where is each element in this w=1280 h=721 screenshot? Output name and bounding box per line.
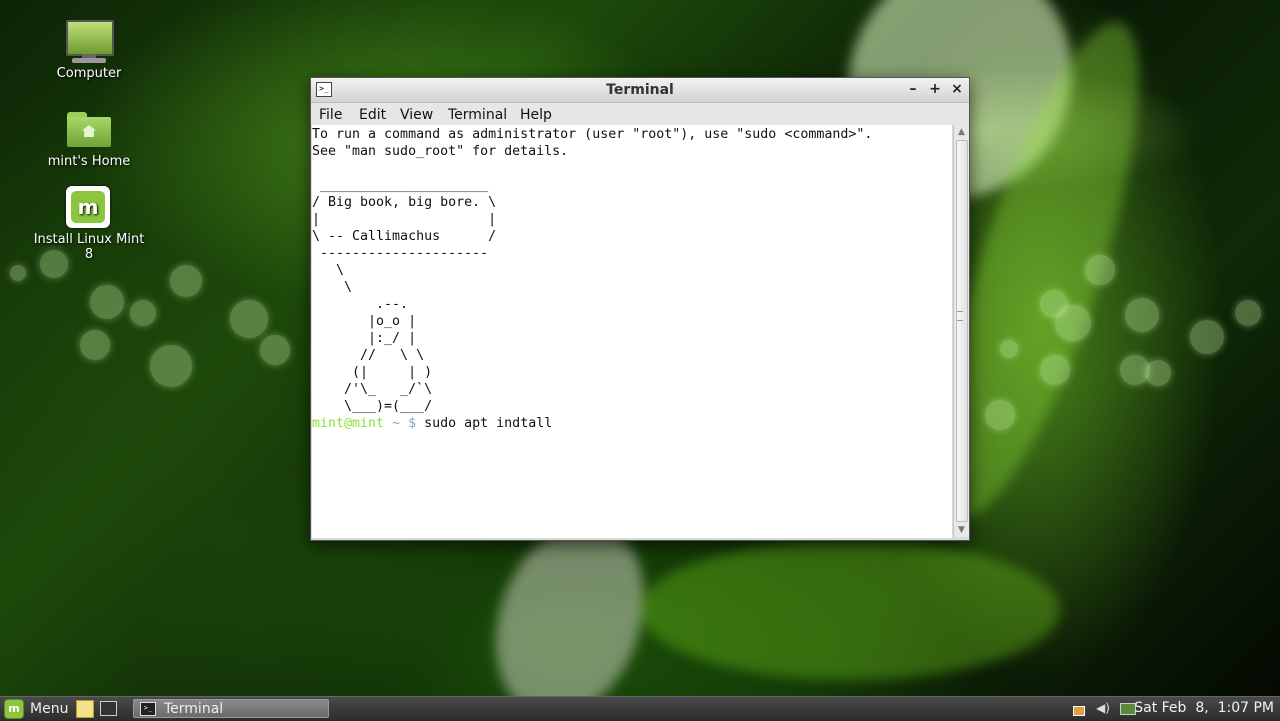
bokeh-dot (260, 335, 290, 365)
bottom-panel: m Menu >_ Terminal ◀) Sat Feb 8, 1:07 PM (0, 696, 1280, 721)
mint-logo-icon: m (4, 699, 24, 719)
home-folder-icon (64, 108, 114, 152)
prompt-user: mint@mint (312, 416, 385, 431)
desktop-icon-label: Install Linux Mint 8 (33, 232, 145, 262)
bokeh-dot (130, 300, 156, 326)
bokeh-dot (985, 400, 1015, 430)
bokeh-dot (230, 300, 268, 338)
terminal-output[interactable]: To run a command as administrator (user … (312, 125, 952, 538)
desktop-icon-home[interactable]: mint's Home (29, 108, 149, 169)
wallpaper-streak (640, 540, 1060, 680)
bokeh-dot (1085, 255, 1115, 285)
clock[interactable]: Sat Feb 8, 1:07 PM (1134, 700, 1274, 716)
bokeh-dot (1000, 340, 1018, 358)
bokeh-dot (1190, 320, 1224, 354)
window-titlebar[interactable]: >_ Terminal – + × (311, 78, 969, 103)
menubar: File Edit View Terminal Help (311, 103, 969, 125)
desktop-icon-label: Computer (56, 66, 122, 81)
bokeh-dot (1055, 305, 1091, 341)
desktop-icon-install[interactable]: m Install Linux Mint 8 (29, 186, 149, 262)
scrollbar-thumb[interactable] (956, 140, 968, 522)
bokeh-dot (90, 285, 124, 319)
menu-terminal[interactable]: Terminal (448, 107, 507, 123)
taskbar-terminal-label: Terminal (164, 700, 224, 717)
scroll-down-icon[interactable]: ▼ (954, 523, 969, 537)
desktop-icon-computer[interactable]: Computer (29, 20, 149, 81)
bokeh-dot (10, 265, 26, 281)
desktop-icon-label: mint's Home (47, 154, 131, 169)
bokeh-dot (1040, 355, 1070, 385)
terminal-task-icon: >_ (140, 701, 156, 716)
taskbar-terminal-button[interactable]: >_ Terminal (133, 699, 329, 718)
menu-file[interactable]: File (319, 107, 342, 123)
mint-installer-icon: m (64, 186, 114, 230)
minimize-button[interactable]: – (905, 81, 921, 97)
menu-help[interactable]: Help (520, 107, 552, 123)
maximize-button[interactable]: + (927, 81, 943, 97)
start-menu-button[interactable]: m Menu (4, 699, 68, 719)
command-input[interactable]: sudo apt indtall (424, 416, 552, 431)
bokeh-dot (1235, 300, 1261, 326)
bokeh-dot (170, 265, 202, 297)
menu-view[interactable]: View (400, 107, 433, 123)
window-title: Terminal (606, 82, 674, 98)
computer-icon (64, 20, 114, 64)
terminal-prompt-line[interactable]: mint@mint ~ $ sudo apt indtall (312, 415, 952, 432)
scrollbar-grip-icon (957, 311, 963, 321)
bokeh-dot (1145, 360, 1171, 386)
terminal-launcher-icon[interactable] (100, 700, 118, 716)
menu-label: Menu (30, 701, 69, 717)
bokeh-dot (150, 345, 192, 387)
close-button[interactable]: × (949, 81, 965, 97)
text-editor-launcher-icon[interactable] (76, 700, 94, 718)
bokeh-dot (1125, 298, 1159, 332)
bokeh-dot (80, 330, 110, 360)
prompt-path: ~ $ (392, 416, 417, 431)
terminal-text: To run a command as administrator (user … (312, 127, 873, 414)
scroll-up-icon[interactable]: ▲ (954, 125, 969, 139)
menu-edit[interactable]: Edit (359, 107, 386, 123)
terminal-scrollbar[interactable]: ▲ ▼ (953, 125, 969, 537)
update-manager-icon[interactable] (1070, 701, 1086, 717)
volume-icon[interactable]: ◀) (1096, 701, 1112, 717)
terminal-window[interactable]: >_ Terminal – + × File Edit View Termina… (310, 77, 970, 541)
